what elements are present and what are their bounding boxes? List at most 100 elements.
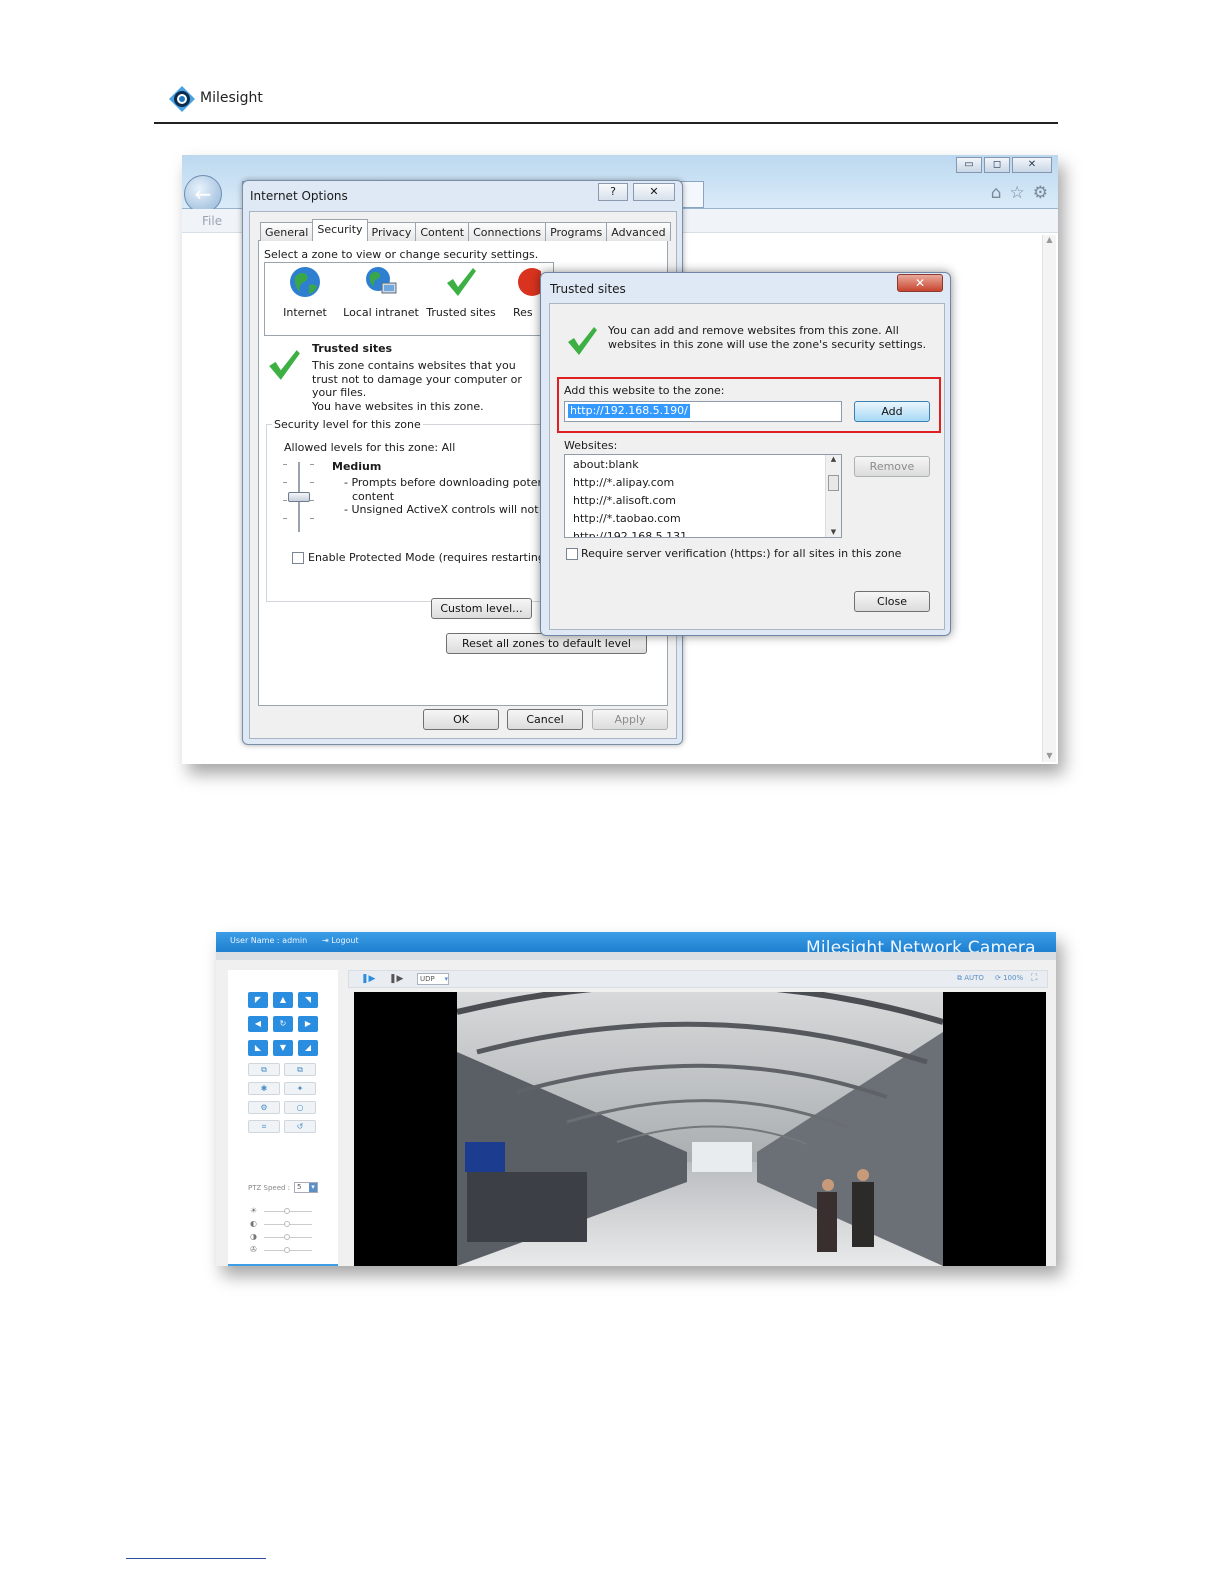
zoom-out-icon[interactable]: ⧉ xyxy=(284,1063,316,1076)
slider-knob[interactable] xyxy=(284,1234,290,1240)
custom-level-button[interactable]: Custom level... xyxy=(431,598,532,619)
security-slider-thumb[interactable] xyxy=(288,492,310,502)
scroll-down-icon[interactable]: ▼ xyxy=(1043,751,1056,760)
require-verification-checkbox[interactable] xyxy=(566,548,578,560)
list-item[interactable]: http://*.alipay.com xyxy=(573,476,674,489)
ok-button[interactable]: OK xyxy=(423,709,499,730)
saturation-icon: ◑ xyxy=(250,1232,257,1241)
zone-heading: Trusted sites xyxy=(312,342,393,355)
tab-connections[interactable]: Connections xyxy=(468,222,547,241)
auto-size-button[interactable]: ⧉ AUTO xyxy=(957,974,984,983)
scroll-down-icon[interactable]: ▼ xyxy=(826,528,841,536)
ptz-down-right-icon[interactable]: ◢ xyxy=(298,1040,318,1056)
close-button[interactable]: Close xyxy=(854,591,930,612)
back-arrow-icon: ← xyxy=(194,182,212,206)
preset-icon[interactable]: ⌗ xyxy=(248,1120,280,1133)
iris-open-icon[interactable]: ⚙ xyxy=(248,1101,280,1114)
ptz-left-icon[interactable]: ◀ xyxy=(248,1016,268,1032)
camera-ui-screenshot: User Name : admin ⇥ Logout Milesight Net… xyxy=(216,932,1056,1266)
play-icon[interactable]: ❚▶ xyxy=(361,974,375,984)
zone-trusted-sites[interactable]: Trusted sites xyxy=(421,265,501,319)
maximize-button[interactable]: ◻ xyxy=(984,157,1010,173)
slider-knob[interactable] xyxy=(284,1208,290,1214)
iris-close-icon[interactable]: ○ xyxy=(284,1101,316,1114)
minimize-button[interactable]: ▭ xyxy=(956,157,982,173)
slider-knob[interactable] xyxy=(284,1247,290,1253)
add-website-input[interactable]: http://192.168.5.190/ xyxy=(564,401,842,422)
list-item[interactable]: http://*.alisoft.com xyxy=(573,494,676,507)
focus-near-icon[interactable]: ✱ xyxy=(248,1082,280,1095)
scroll-up-icon[interactable]: ▲ xyxy=(826,455,841,463)
patrol-icon[interactable]: ↺ xyxy=(284,1120,316,1133)
ptz-right-icon[interactable]: ▶ xyxy=(298,1016,318,1032)
ptz-down-icon[interactable]: ▼ xyxy=(273,1040,293,1056)
slider-tick xyxy=(310,482,314,483)
remove-button[interactable]: Remove xyxy=(854,456,930,477)
scroll-thumb[interactable] xyxy=(828,475,839,491)
list-item[interactable]: about:blank xyxy=(573,458,639,471)
protected-mode-checkbox[interactable] xyxy=(292,552,304,564)
ptz-up-icon[interactable]: ▲ xyxy=(273,992,293,1008)
tab-general[interactable]: General xyxy=(260,222,314,241)
tab-programs[interactable]: Programs xyxy=(545,222,608,241)
menu-file[interactable]: File xyxy=(202,214,222,228)
slider-tick xyxy=(310,500,314,501)
close-dialog-button[interactable]: ✕ xyxy=(897,274,943,292)
star-icon[interactable]: ☆ xyxy=(1010,183,1025,203)
list-scrollbar[interactable]: ▲ ▼ xyxy=(825,455,841,537)
logout-link[interactable]: ⇥ Logout xyxy=(322,936,359,945)
cancel-button[interactable]: Cancel xyxy=(507,709,583,730)
ptz-up-left-icon[interactable]: ◤ xyxy=(248,992,268,1008)
add-button[interactable]: Add xyxy=(854,401,930,422)
allowed-levels: Allowed levels for this zone: All xyxy=(284,441,456,454)
list-item[interactable]: http://192.168.5.131 xyxy=(573,530,687,537)
ptz-up-right-icon[interactable]: ◥ xyxy=(298,992,318,1008)
close-window-button[interactable]: ✕ xyxy=(1012,157,1052,173)
saturation-slider[interactable]: ◑ xyxy=(250,1232,316,1242)
document-header: Milesight xyxy=(154,84,1058,124)
camera-subbar xyxy=(216,952,1056,960)
sharpness-slider[interactable]: ✇ xyxy=(250,1245,316,1255)
ptz-down-left-icon[interactable]: ◣ xyxy=(248,1040,268,1056)
trusted-sites-dialog: Trusted sites ✕ You can add and remove w… xyxy=(540,272,951,636)
focus-far-icon[interactable]: ✦ xyxy=(284,1082,316,1095)
contrast-slider[interactable]: ◐ xyxy=(250,1219,316,1229)
help-button[interactable]: ? xyxy=(598,183,628,201)
zone-prompt: Select a zone to view or change security… xyxy=(264,248,539,261)
step-icon[interactable]: ❚▶ xyxy=(389,974,403,984)
home-icon[interactable]: ⌂ xyxy=(991,183,1002,203)
browser-scrollbar[interactable]: ▲ ▼ xyxy=(1042,235,1056,762)
ptz-auto-icon[interactable]: ↻ xyxy=(273,1016,293,1032)
globe-icon xyxy=(290,267,320,297)
tab-privacy[interactable]: Privacy xyxy=(366,222,417,241)
tab-security[interactable]: Security xyxy=(312,219,368,241)
slider-tick xyxy=(283,482,287,483)
gear-icon[interactable]: ⚙ xyxy=(1033,183,1048,203)
apply-button[interactable]: Apply xyxy=(592,709,668,730)
zone-description: This zone contains websites that you tru… xyxy=(312,359,522,399)
actual-size-button[interactable]: ⟳ 100% xyxy=(995,974,1023,982)
trusted-check-icon xyxy=(269,350,300,380)
zoom-in-icon[interactable]: ⧉ xyxy=(248,1063,280,1076)
scroll-up-icon[interactable]: ▲ xyxy=(1043,235,1056,244)
close-dialog-button[interactable]: ✕ xyxy=(633,183,675,201)
list-item[interactable]: http://*.taobao.com xyxy=(573,512,681,525)
zone-label: Trusted sites xyxy=(426,306,496,319)
tab-content[interactable]: Content xyxy=(415,222,470,241)
check-icon xyxy=(568,327,597,355)
slider-knob[interactable] xyxy=(284,1221,290,1227)
brightness-slider[interactable]: ☀ xyxy=(250,1206,316,1216)
ratio-label: 100% xyxy=(1003,974,1024,982)
websites-list[interactable]: about:blank http://*.alipay.com http://*… xyxy=(564,454,842,538)
zone-restricted[interactable]: Res xyxy=(501,265,541,319)
fullscreen-icon[interactable]: ⛶ xyxy=(1031,973,1037,983)
restricted-icon xyxy=(518,268,541,296)
reset-zones-button[interactable]: Reset all zones to default level xyxy=(446,633,647,654)
back-button[interactable]: ← xyxy=(184,175,222,213)
zone-internet[interactable]: Internet xyxy=(265,265,345,319)
tab-advanced[interactable]: Advanced xyxy=(606,222,671,241)
live-video[interactable] xyxy=(354,992,1046,1266)
ptz-speed-select[interactable]: 5 ▾ xyxy=(294,1182,318,1193)
zone-local-intranet[interactable]: Local intranet xyxy=(341,265,421,319)
protocol-select[interactable]: UDP ▾ xyxy=(417,973,449,985)
